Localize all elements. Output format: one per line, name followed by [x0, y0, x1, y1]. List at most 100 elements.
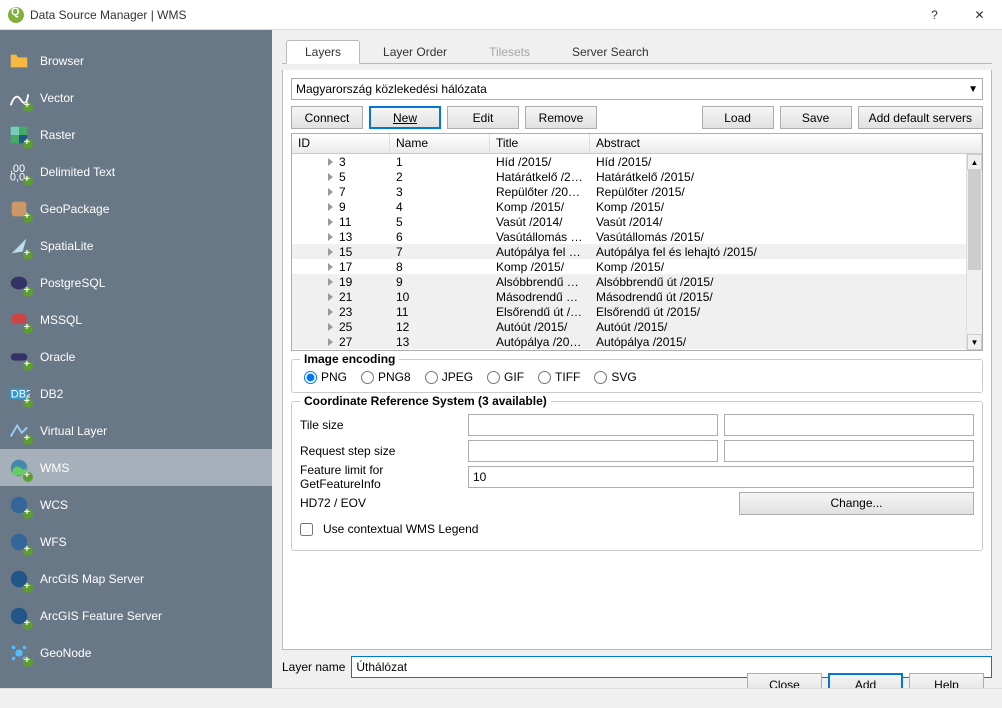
layer-name-label: Layer name — [282, 660, 345, 674]
table-row[interactable]: 115Vasút /2014/Vasút /2014/ — [292, 214, 982, 229]
expand-icon[interactable] — [328, 173, 333, 181]
expand-icon[interactable] — [328, 263, 333, 271]
sidebar-item-wcs[interactable]: WCS — [0, 486, 272, 523]
change-crs-button[interactable]: Change... — [739, 492, 974, 515]
sidebar-item-label: ArcGIS Feature Server — [40, 609, 162, 623]
sidebar-item-label: ArcGIS Map Server — [40, 572, 144, 586]
sidebar-item-db2[interactable]: DB2DB2 — [0, 375, 272, 412]
table-row[interactable]: 2914TelepülésnévTelepülésnév — [292, 349, 982, 351]
encoding-radio-gif[interactable]: GIF — [487, 370, 524, 384]
encoding-radio-jpeg[interactable]: JPEG — [425, 370, 473, 384]
server-combo[interactable]: Magyarország közlekedési hálózata ▼ — [291, 78, 983, 100]
expand-icon[interactable] — [328, 278, 333, 286]
contextual-legend-label: Use contextual WMS Legend — [323, 522, 478, 536]
edit-button[interactable]: Edit — [447, 106, 519, 129]
sidebar-item-oracle[interactable]: Oracle — [0, 338, 272, 375]
step-size-input-1[interactable] — [468, 440, 718, 462]
expand-icon[interactable] — [328, 308, 333, 316]
scroll-up-icon[interactable]: ▲ — [967, 154, 982, 170]
help-button[interactable]: ? — [912, 0, 957, 30]
encoding-radio-png8[interactable]: PNG8 — [361, 370, 411, 384]
statusbar — [0, 688, 1002, 708]
tile-size-label: Tile size — [300, 418, 462, 432]
expand-icon[interactable] — [328, 218, 333, 226]
sidebar-item-virtual-layer[interactable]: Virtual Layer — [0, 412, 272, 449]
expand-icon[interactable] — [328, 233, 333, 241]
table-row[interactable]: 2311Elsőrendű út /20…Elsőrendű út /2015/ — [292, 304, 982, 319]
encoding-radio-tiff[interactable]: TIFF — [538, 370, 580, 384]
layers-table[interactable]: ID Name Title Abstract 31Híd /2015/Híd /… — [291, 133, 983, 351]
sidebar-item-delimited-text[interactable]: ,000,0Delimited Text — [0, 153, 272, 190]
expand-icon[interactable] — [328, 338, 333, 346]
expand-icon[interactable] — [328, 203, 333, 211]
tile-size-input-1[interactable] — [468, 414, 718, 436]
expand-icon[interactable] — [328, 323, 333, 331]
sidebar-item-geopackage[interactable]: GeoPackage — [0, 190, 272, 227]
encoding-group-title: Image encoding — [300, 352, 399, 366]
sidebar-item-label: Virtual Layer — [40, 424, 107, 438]
save-button[interactable]: Save — [780, 106, 852, 129]
folder-icon — [8, 50, 30, 72]
csv-icon: ,000,0 — [8, 161, 30, 183]
tab-layers[interactable]: Layers — [286, 40, 360, 64]
expand-icon[interactable] — [328, 293, 333, 301]
tile-size-input-2[interactable] — [724, 414, 974, 436]
scroll-down-icon[interactable]: ▼ — [967, 334, 982, 350]
table-row[interactable]: 2512Autóút /2015/Autóút /2015/ — [292, 319, 982, 334]
wfs-icon — [8, 531, 30, 553]
new-button[interactable]: New — [369, 106, 441, 129]
encoding-radio-svg[interactable]: SVG — [594, 370, 636, 384]
sidebar-item-label: Browser — [40, 54, 84, 68]
expand-icon[interactable] — [328, 158, 333, 166]
col-id[interactable]: ID — [292, 134, 390, 153]
sidebar-item-raster[interactable]: Raster — [0, 116, 272, 153]
sidebar-item-wms[interactable]: WMS — [0, 449, 272, 486]
expand-icon[interactable] — [328, 188, 333, 196]
sidebar-item-wfs[interactable]: WFS — [0, 523, 272, 560]
table-row[interactable]: 94Komp /2015/Komp /2015/ — [292, 199, 982, 214]
table-scrollbar[interactable]: ▲ ▼ — [966, 154, 982, 350]
vlayer-icon — [8, 420, 30, 442]
close-window-button[interactable]: ✕ — [957, 0, 1002, 30]
sidebar-item-browser[interactable]: Browser — [0, 42, 272, 79]
encoding-radio-png[interactable]: PNG — [304, 370, 347, 384]
sidebar-item-geonode[interactable]: GeoNode — [0, 634, 272, 671]
col-name[interactable]: Name — [390, 134, 490, 153]
sidebar-item-label: WMS — [40, 461, 69, 475]
sidebar-item-mssql[interactable]: MSSQL — [0, 301, 272, 338]
table-row[interactable]: 199Alsóbbrendű út /…Alsóbbrendű út /2015… — [292, 274, 982, 289]
connect-button[interactable]: Connect — [291, 106, 363, 129]
sidebar-item-arcgis-feature-server[interactable]: ArcGIS Feature Server — [0, 597, 272, 634]
col-abstract[interactable]: Abstract — [590, 134, 982, 153]
ams-icon — [8, 568, 30, 590]
table-row[interactable]: 52Határátkelő /2015/Határátkelő /2015/ — [292, 169, 982, 184]
table-row[interactable]: 2713Autópálya /2015/Autópálya /2015/ — [292, 334, 982, 349]
sidebar-item-label: PostgreSQL — [40, 276, 105, 290]
wms-icon — [8, 457, 30, 479]
contextual-legend-checkbox[interactable] — [300, 523, 313, 536]
feature-limit-input[interactable] — [468, 466, 974, 488]
table-row[interactable]: 73Repülőter /2015/Repülőter /2015/ — [292, 184, 982, 199]
add-default-servers-button[interactable]: Add default servers — [858, 106, 983, 129]
sidebar-item-arcgis-map-server[interactable]: ArcGIS Map Server — [0, 560, 272, 597]
tab-server-search[interactable]: Server Search — [553, 40, 668, 63]
tab-tilesets: Tilesets — [470, 40, 549, 63]
load-button[interactable]: Load — [702, 106, 774, 129]
sidebar-item-vector[interactable]: Vector — [0, 79, 272, 116]
gpkg-icon — [8, 198, 30, 220]
tab-layer-order[interactable]: Layer Order — [364, 40, 466, 63]
geonode-icon — [8, 642, 30, 664]
table-row[interactable]: 157Autópálya fel és l…Autópálya fel és l… — [292, 244, 982, 259]
table-row[interactable]: 2110Másodrendű út /…Másodrendű út /2015/ — [292, 289, 982, 304]
expand-icon[interactable] — [328, 248, 333, 256]
table-row[interactable]: 31Híd /2015/Híd /2015/ — [292, 154, 982, 169]
sidebar-item-postgresql[interactable]: PostgreSQL — [0, 264, 272, 301]
window-title: Data Source Manager | WMS — [30, 8, 912, 22]
step-size-input-2[interactable] — [724, 440, 974, 462]
table-row[interactable]: 136Vasútállomás /20…Vasútállomás /2015/ — [292, 229, 982, 244]
sidebar-item-spatialite[interactable]: SpatiaLite — [0, 227, 272, 264]
remove-button[interactable]: Remove — [525, 106, 597, 129]
col-title[interactable]: Title — [490, 134, 590, 153]
table-row[interactable]: 178Komp /2015/Komp /2015/ — [292, 259, 982, 274]
scroll-thumb[interactable] — [968, 170, 981, 270]
